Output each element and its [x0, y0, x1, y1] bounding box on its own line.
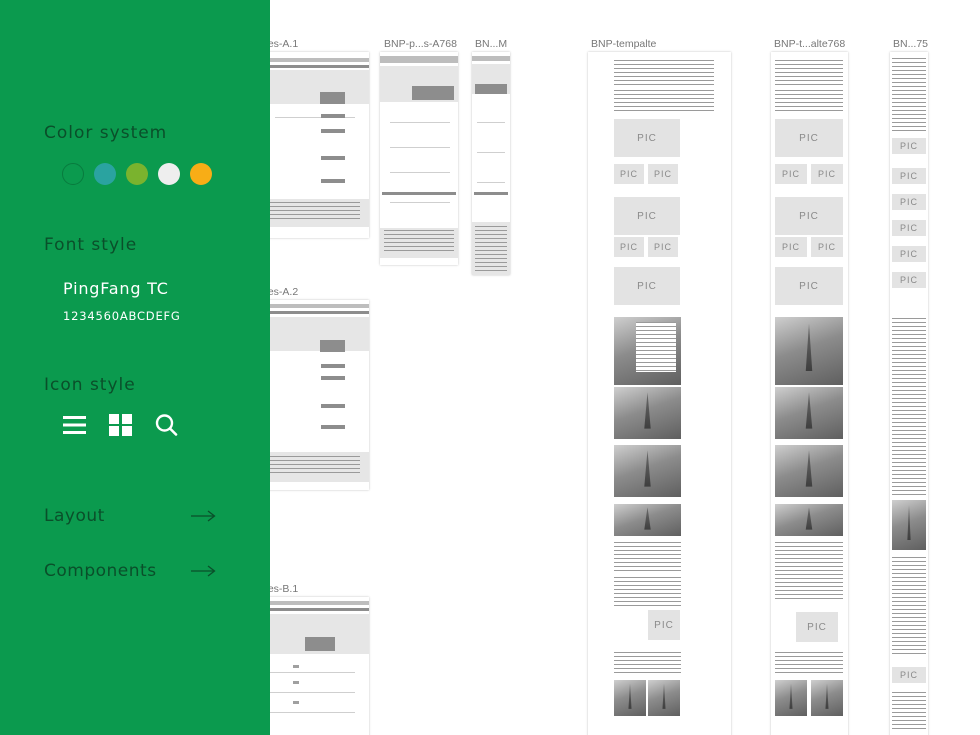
grid-icon[interactable]: [109, 414, 133, 436]
pic-placeholder: PIC: [892, 272, 926, 288]
font-family-sample: PingFang TC: [63, 279, 169, 298]
pic-placeholder: PIC: [892, 667, 926, 683]
photo-thumbnail: [775, 317, 843, 385]
pic-placeholder: PIC: [648, 610, 680, 640]
photo-thumbnail: [614, 387, 681, 439]
photo-thumbnail: [775, 680, 807, 716]
photo-thumbnail: [811, 680, 843, 716]
artboard-pages-b1[interactable]: [255, 597, 369, 735]
photo-thumbnail: [775, 387, 843, 439]
pic-placeholder: PIC: [775, 267, 843, 305]
photo-thumbnail: [648, 680, 680, 716]
artboard-label[interactable]: BNP-t...alte768: [774, 38, 845, 50]
icon-style-heading: Icon style: [44, 375, 136, 395]
photo-thumbnail: [614, 680, 646, 716]
pic-placeholder: PIC: [614, 237, 644, 257]
layout-nav-link[interactable]: Layout: [44, 506, 216, 526]
pic-placeholder: PIC: [892, 168, 926, 184]
photo-thumbnail: [775, 445, 843, 497]
color-swatch-lime[interactable]: [126, 163, 148, 185]
color-swatch-teal[interactable]: [94, 163, 116, 185]
pic-placeholder: PIC: [648, 164, 678, 184]
color-swatch-green[interactable]: [62, 163, 84, 185]
photo-thumbnail: [892, 500, 926, 550]
artboard-label[interactable]: BNP-tempalte: [591, 38, 656, 50]
pic-placeholder: PIC: [892, 220, 926, 236]
artboard-template[interactable]: PIC PIC PIC PIC PIC PIC PIC PIC: [588, 52, 731, 735]
artboard-template-375[interactable]: PIC PIC PIC PIC PIC PIC PIC: [890, 52, 928, 735]
pic-placeholder: PIC: [775, 237, 807, 257]
pic-placeholder: PIC: [614, 119, 680, 157]
photo-thumbnail: [614, 445, 681, 497]
layout-nav-label: Layout: [44, 506, 105, 526]
pic-placeholder: PIC: [892, 194, 926, 210]
pic-placeholder: PIC: [648, 237, 678, 257]
font-character-sample: 1234560ABCDEFG: [63, 309, 181, 323]
pic-placeholder: PIC: [775, 197, 843, 235]
pic-placeholder: PIC: [775, 164, 807, 184]
arrow-right-icon: [191, 565, 216, 577]
photo-thumbnail: [614, 504, 681, 536]
menu-icon[interactable]: [63, 414, 87, 436]
pic-placeholder: PIC: [811, 164, 843, 184]
arrow-right-icon: [191, 510, 216, 522]
pic-placeholder: PIC: [811, 237, 843, 257]
color-swatch-orange[interactable]: [190, 163, 212, 185]
pic-placeholder: PIC: [614, 267, 680, 305]
icon-set: [63, 414, 179, 436]
design-canvas: ges-A.1 BNP-p...s-A768 BN...M BNP-tempal…: [0, 0, 980, 735]
components-nav-link[interactable]: Components: [44, 561, 216, 581]
pic-placeholder: PIC: [614, 164, 644, 184]
artboard-label[interactable]: BN...M: [475, 38, 507, 50]
font-style-heading: Font style: [44, 235, 138, 255]
artboard-label[interactable]: BN...75: [893, 38, 928, 50]
color-swatches: [62, 163, 212, 185]
pic-placeholder: PIC: [892, 246, 926, 262]
artboard-tablet[interactable]: [380, 52, 458, 265]
search-icon[interactable]: [155, 414, 179, 436]
color-system-heading: Color system: [44, 123, 168, 143]
style-guide-panel: Color system Font style PingFang TC 1234…: [0, 0, 270, 735]
color-swatch-white[interactable]: [158, 163, 180, 185]
pic-placeholder: PIC: [775, 119, 843, 157]
artboard-pages-a2[interactable]: [255, 300, 369, 490]
artboard-mobile[interactable]: [472, 52, 510, 275]
components-nav-label: Components: [44, 561, 157, 581]
artboard-label[interactable]: BNP-p...s-A768: [384, 38, 457, 50]
photo-thumbnail: [775, 504, 843, 536]
artboard-template-768[interactable]: PIC PIC PIC PIC PIC PIC PIC PIC: [771, 52, 848, 735]
pic-placeholder: PIC: [796, 612, 838, 642]
artboard-pages-a1[interactable]: [255, 52, 369, 238]
pic-placeholder: PIC: [892, 138, 926, 154]
pic-placeholder: PIC: [614, 197, 680, 235]
